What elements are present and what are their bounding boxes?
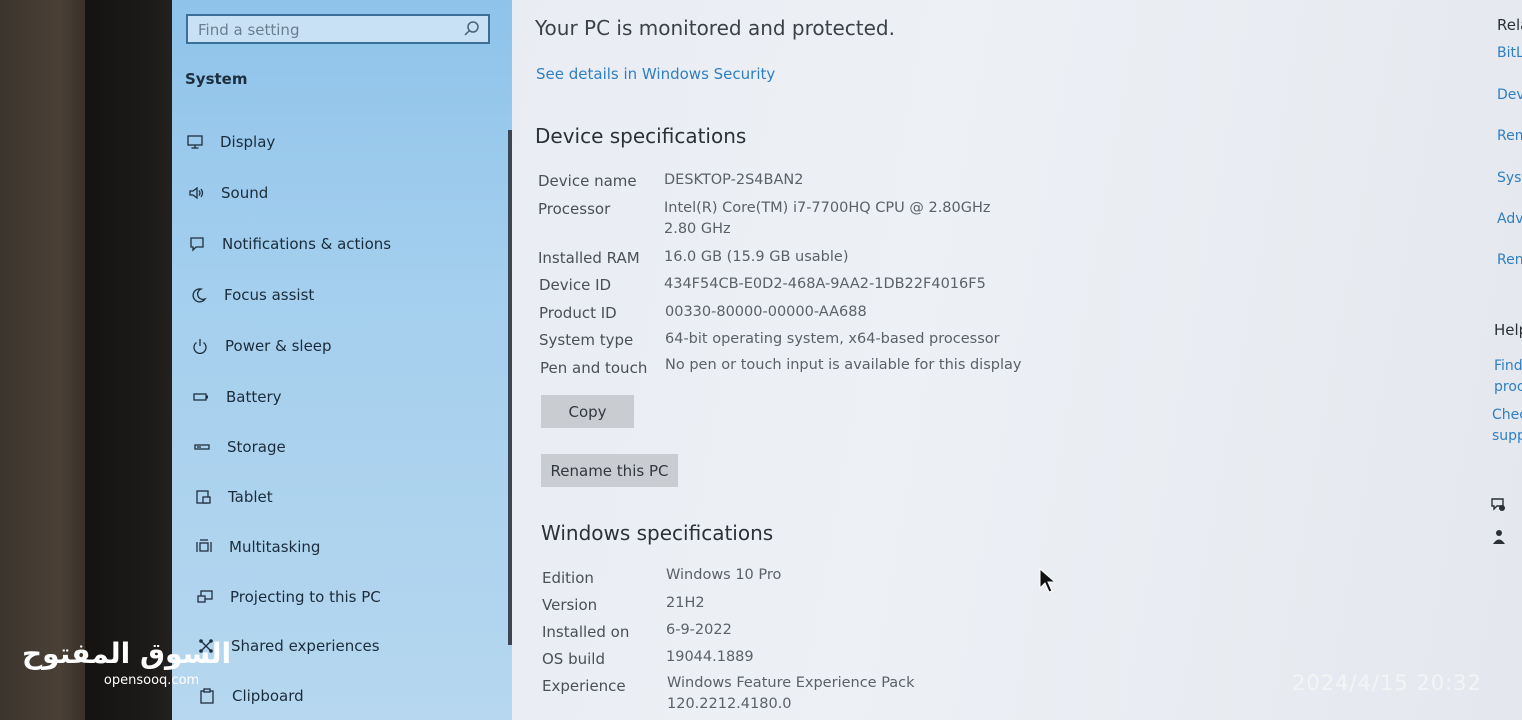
related-settings-heading: Rela [1497, 16, 1522, 34]
spec-label: Edition [542, 569, 594, 587]
help-link-check-line2[interactable]: supp [1492, 428, 1522, 444]
sidebar-item-label: Tablet [228, 488, 273, 506]
spec-value: 434F54CB-E0D2-468A-9AA2-1DB22F4016F5 [664, 276, 986, 292]
sidebar-item-notifications[interactable]: Notifications & actions [188, 224, 488, 264]
spec-label: Device name [538, 172, 637, 190]
spec-value: DESKTOP-2S4BAN2 [664, 172, 804, 188]
watermark-english: opensooq.com [103, 673, 200, 688]
sidebar-item-label: Battery [226, 388, 282, 406]
windows-security-link[interactable]: See details in Windows Security [536, 65, 775, 83]
spec-label: System type [539, 331, 634, 349]
windows-specs-heading: Windows specifications [541, 521, 774, 545]
related-link-advanced-settings[interactable]: Adv [1497, 211, 1522, 227]
sidebar-item-clipboard[interactable]: Clipboard [198, 676, 498, 716]
mouse-cursor-icon [1039, 568, 1057, 593]
settings-sidebar: System Display Sound Notifications & act… [172, 0, 512, 720]
battery-icon [193, 393, 208, 401]
sidebar-item-storage[interactable]: Storage [193, 427, 493, 467]
monitor-bezel [85, 0, 180, 720]
sidebar-item-label: Shared experiences [231, 637, 380, 655]
speaker-icon [189, 186, 204, 200]
tablet-icon [196, 490, 211, 504]
clipboard-icon [200, 688, 214, 704]
spec-value-line2: 120.2212.4180.0 [667, 696, 792, 712]
opensooq-watermark: السوق المفتوح opensooq.com [22, 637, 232, 688]
sidebar-item-shared-experiences[interactable]: Shared experiences [197, 626, 497, 666]
sidebar-item-label: Focus assist [224, 286, 315, 304]
help-heading: Help [1494, 321, 1522, 339]
sidebar-item-projecting[interactable]: Projecting to this PC [196, 577, 496, 617]
help-link-find-line2[interactable]: proc [1494, 379, 1522, 395]
spec-value: 6-9-2022 [666, 622, 732, 638]
feedback-icon[interactable] [1490, 528, 1508, 546]
spec-value: Windows 10 Pro [666, 567, 782, 583]
about-main-panel: Your PC is monitored and protected. See … [512, 0, 1522, 720]
power-icon [193, 339, 207, 354]
spec-label: OS build [542, 650, 605, 668]
sidebar-item-power-sleep[interactable]: Power & sleep [191, 326, 491, 366]
spec-value: No pen or touch input is available for t… [665, 357, 1022, 373]
spec-label: Device ID [539, 276, 612, 294]
sidebar-item-label: Display [220, 133, 276, 151]
spec-value: 64-bit operating system, x64-based proce… [665, 331, 1000, 347]
related-link-remote-desktop[interactable]: Rem [1497, 128, 1522, 144]
spec-value: 00330-80000-00000-AA688 [665, 304, 867, 320]
spec-label: Pen and touch [540, 359, 648, 377]
spec-value: 19044.1889 [666, 649, 754, 665]
sidebar-item-tablet[interactable]: Tablet [194, 477, 494, 517]
related-link-device-manager[interactable]: Dev [1497, 87, 1522, 103]
multitasking-icon [196, 539, 212, 552]
search-box [186, 14, 490, 44]
spec-value: Intel(R) Core(TM) i7-7700HQ CPU @ 2.80GH… [664, 200, 991, 216]
sidebar-item-label: Storage [227, 438, 286, 456]
spec-value: Windows Feature Experience Pack [667, 675, 915, 691]
search-input[interactable] [196, 19, 460, 41]
sidebar-item-sound[interactable]: Sound [187, 173, 487, 213]
spec-value: 21H2 [666, 595, 705, 611]
protection-status: Your PC is monitored and protected. [535, 16, 895, 40]
related-link-system-protection[interactable]: Syst [1497, 170, 1522, 186]
monitor-icon [187, 135, 203, 149]
sidebar-item-label: Power & sleep [225, 337, 332, 355]
sidebar-title: System [185, 70, 248, 88]
sidebar-item-label: Clipboard [232, 687, 304, 705]
spec-value-line2: 2.80 GHz [664, 221, 731, 237]
moon-icon [192, 288, 207, 303]
get-help-icon[interactable] [1490, 496, 1508, 514]
help-link-check[interactable]: Chec [1492, 407, 1522, 423]
sidebar-item-multitasking[interactable]: Multitasking [195, 527, 495, 567]
projector-icon [197, 590, 213, 603]
storage-icon [194, 444, 210, 450]
spec-label: Experience [542, 677, 626, 695]
spec-label: Installed on [542, 623, 630, 641]
notification-icon [190, 237, 204, 252]
related-link-bitlocker[interactable]: BitL [1497, 45, 1522, 61]
rename-pc-button[interactable]: Rename this PC [541, 454, 678, 487]
sidebar-item-battery[interactable]: Battery [192, 377, 492, 417]
spec-label: Processor [538, 200, 611, 218]
search-icon[interactable] [462, 19, 482, 39]
help-link-find[interactable]: Find [1494, 358, 1522, 374]
spec-label: Installed RAM [538, 249, 640, 267]
copy-button[interactable]: Copy [541, 395, 634, 428]
sidebar-item-display[interactable]: Display [186, 122, 486, 162]
sidebar-item-focus-assist[interactable]: Focus assist [190, 275, 490, 315]
sidebar-item-label: Multitasking [229, 538, 321, 556]
spec-label: Version [542, 596, 598, 614]
device-specs-heading: Device specifications [535, 124, 747, 148]
spec-value: 16.0 GB (15.9 GB usable) [664, 249, 849, 265]
spec-label: Product ID [539, 304, 617, 322]
sidebar-item-label: Notifications & actions [222, 235, 392, 253]
sidebar-item-label: Sound [221, 184, 269, 202]
related-link-rename-pc[interactable]: Rena [1497, 252, 1522, 268]
photo-timestamp: 2024/4/15 20:32 [1292, 671, 1482, 695]
sidebar-item-label: Projecting to this PC [230, 588, 381, 606]
watermark-arabic: السوق المفتوح [22, 637, 232, 670]
